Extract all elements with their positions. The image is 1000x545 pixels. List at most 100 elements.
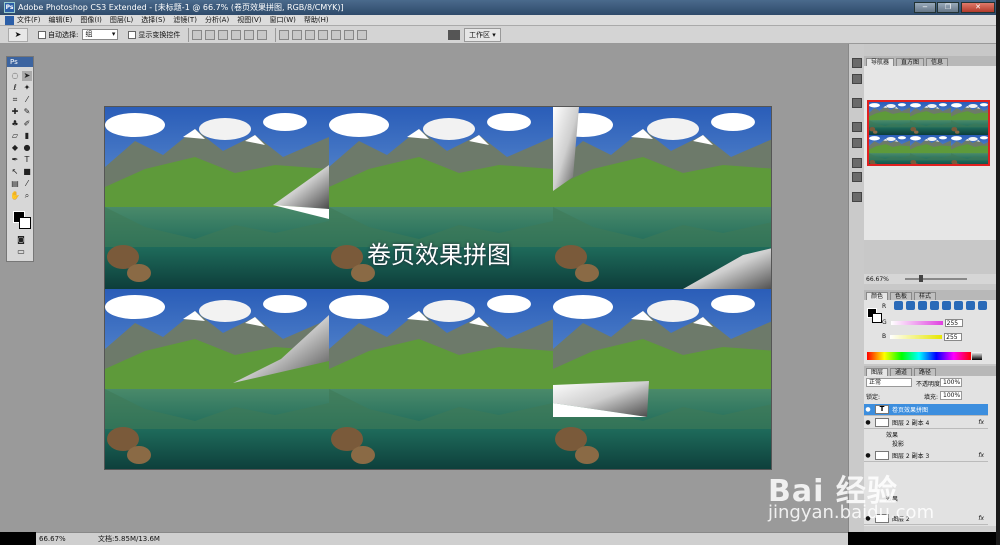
menu-window[interactable]: 窗口(W) [269, 15, 295, 25]
move-tool-preset-icon[interactable]: ➤ [8, 27, 28, 42]
tab-swatches[interactable]: 色板 [890, 292, 913, 300]
align-hcenter-icon[interactable] [244, 29, 255, 40]
background-color-swatch[interactable] [19, 217, 31, 229]
brush-tool-icon[interactable]: ✎ [22, 107, 32, 117]
menu-select[interactable]: 选择(S) [141, 15, 165, 25]
menu-edit[interactable]: 编辑(E) [49, 15, 73, 25]
pen-tool-icon[interactable]: ✒ [10, 155, 20, 165]
lasso-tool-icon[interactable]: ℓ [10, 83, 20, 93]
clone-source-icon[interactable] [852, 138, 862, 148]
slice-tool-icon[interactable]: ⁄ [22, 95, 32, 105]
fill-input[interactable]: 100% [940, 391, 962, 400]
auto-align-icon[interactable] [357, 29, 368, 40]
hand-tool-icon[interactable]: ✋ [10, 191, 20, 201]
tab-navigator[interactable]: 导航器 [866, 58, 895, 66]
notes-tool-icon[interactable]: ▤ [10, 179, 20, 189]
paragraph-panel-icon[interactable] [852, 172, 862, 182]
align-right-icon[interactable] [257, 29, 268, 40]
workspace-dropdown[interactable]: 工作区 ▾ [464, 28, 501, 42]
navigator-preview[interactable] [867, 100, 990, 166]
navigator-zoom-slider[interactable] [904, 275, 967, 282]
color-value-g[interactable]: 255 [944, 318, 963, 327]
menu-filter[interactable]: 滤镜(T) [173, 15, 197, 25]
maximize-button[interactable]: ❐ [937, 2, 959, 13]
canvas-title-text[interactable]: 卷页效果拼图 [105, 235, 771, 270]
align-left-icon[interactable] [231, 29, 242, 40]
minimize-button[interactable]: − [914, 2, 936, 13]
layer-comps-icon[interactable] [852, 192, 862, 202]
app-menu-icon[interactable] [5, 15, 14, 25]
color-value-b[interactable]: 255 [944, 332, 963, 341]
zoom-tool-icon[interactable]: ⌕ [22, 191, 32, 201]
menu-file[interactable]: 文件(F) [17, 15, 41, 25]
effects-icon[interactable]: fx [978, 452, 984, 459]
marquee-tool-icon[interactable]: ◌ [10, 71, 20, 81]
print-icon[interactable] [448, 30, 460, 40]
move-tool-icon[interactable]: ➤ [22, 71, 32, 81]
tab-styles[interactable]: 样式 [914, 292, 937, 300]
tool-shortcut-icon[interactable] [906, 301, 915, 310]
menu-analysis[interactable]: 分析(A) [205, 15, 229, 25]
tab-paths[interactable]: 路径 [914, 368, 937, 376]
history-brush-icon[interactable]: ✐ [22, 119, 32, 129]
screen-mode-icon[interactable]: ▭ [16, 247, 26, 257]
layer-effect-item[interactable]: 投影 [864, 439, 988, 448]
menu-view[interactable]: 视图(V) [237, 15, 261, 25]
status-zoom[interactable]: 66.67% [36, 535, 70, 543]
tool-shortcut-icon[interactable] [954, 301, 963, 310]
magic-wand-icon[interactable]: ✦ [22, 83, 32, 93]
tab-layers[interactable]: 图层 [866, 368, 889, 376]
layer-effects-row[interactable]: 效果 [864, 494, 988, 503]
effects-icon[interactable]: fx [978, 515, 984, 522]
clone-stamp-icon[interactable]: ♣ [10, 119, 20, 129]
layer-effects-row[interactable]: 效果 [864, 430, 988, 439]
tool-shortcut-icon[interactable] [966, 301, 975, 310]
distribute-vcenter-icon[interactable] [292, 29, 303, 40]
tab-color[interactable]: 颜色 [866, 292, 889, 300]
tab-channels[interactable]: 通道 [890, 368, 913, 376]
align-vcenter-icon[interactable] [205, 29, 216, 40]
align-top-icon[interactable] [192, 29, 203, 40]
color-spectrum[interactable] [867, 352, 971, 360]
close-button[interactable]: ✕ [961, 2, 995, 13]
layer-row[interactable]: ● T 卷页效果拼图 [864, 404, 988, 416]
color-spectrum-bw[interactable] [972, 352, 982, 360]
auto-select-checkbox[interactable] [38, 30, 46, 39]
tool-shortcut-icon[interactable] [894, 301, 903, 310]
effects-icon[interactable]: fx [978, 419, 984, 426]
crop-tool-icon[interactable]: ⌗ [10, 95, 20, 105]
color-slider-g[interactable] [890, 320, 943, 325]
auto-select-dropdown[interactable]: 组 [82, 29, 119, 40]
blend-mode-dropdown[interactable]: 正常 [866, 378, 912, 387]
distribute-hcenter-icon[interactable] [331, 29, 342, 40]
tool-shortcut-icon[interactable] [930, 301, 939, 310]
distribute-right-icon[interactable] [344, 29, 355, 40]
history-panel-icon[interactable] [852, 58, 862, 68]
blur-tool-icon[interactable]: ◆ [10, 143, 20, 153]
layer-row[interactable]: ● 图层 2 fx [864, 513, 988, 525]
tool-shortcut-icon[interactable] [918, 301, 927, 310]
character-panel-icon[interactable] [852, 158, 862, 168]
menu-help[interactable]: 帮助(H) [304, 15, 329, 25]
dodge-tool-icon[interactable]: ● [22, 143, 32, 153]
show-transform-checkbox[interactable] [128, 30, 137, 39]
eraser-tool-icon[interactable]: ▱ [10, 131, 20, 141]
color-slider-b[interactable] [890, 334, 943, 339]
distribute-top-icon[interactable] [279, 29, 290, 40]
navigator-zoom-value[interactable]: 66.67% [866, 276, 889, 283]
quick-mask-icon[interactable]: ◙ [16, 235, 26, 245]
healing-brush-icon[interactable]: ✚ [10, 107, 20, 117]
tab-info[interactable]: 信息 [926, 58, 949, 66]
visibility-eye-icon[interactable]: ● [864, 515, 872, 522]
toolbox-header[interactable]: Ps [7, 57, 33, 67]
visibility-eye-icon[interactable]: ● [864, 419, 872, 426]
gradient-tool-icon[interactable]: ▮ [22, 131, 32, 141]
type-tool-icon[interactable]: T [22, 155, 32, 165]
distribute-left-icon[interactable] [318, 29, 329, 40]
shape-tool-icon[interactable]: ■ [22, 167, 32, 177]
tool-presets-icon[interactable] [852, 98, 862, 108]
menu-layer[interactable]: 图层(L) [110, 15, 133, 25]
status-doc-size[interactable]: 文档:5.85M/13.6M [98, 534, 160, 544]
document-canvas[interactable]: 卷页效果拼图 [104, 106, 772, 470]
tab-histogram[interactable]: 直方图 [896, 58, 925, 66]
